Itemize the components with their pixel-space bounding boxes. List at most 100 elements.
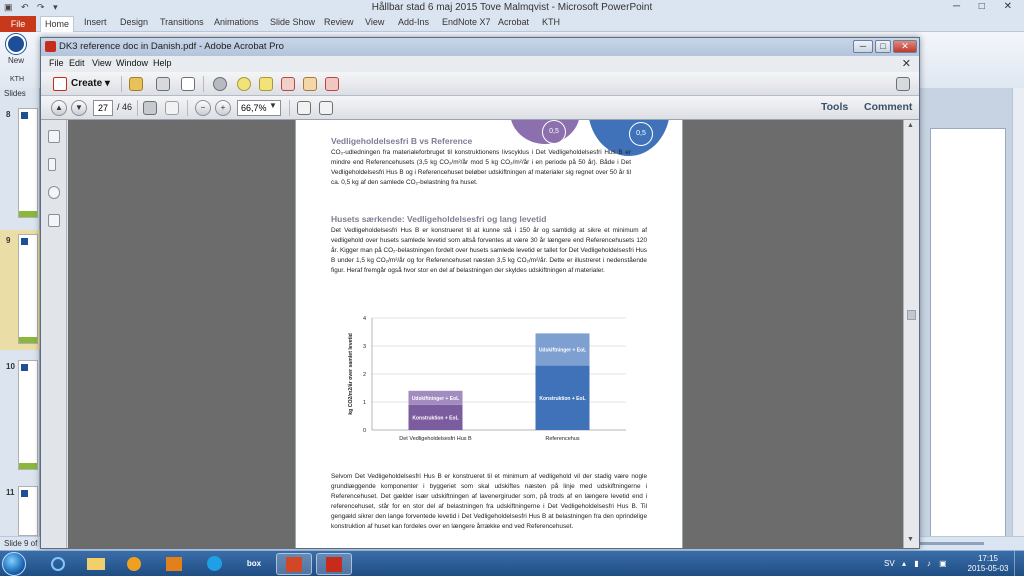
tab-slide-show[interactable]: Slide Show [270,17,315,27]
menu-view[interactable]: View [92,58,111,68]
tab-animations[interactable]: Animations [214,17,259,27]
paragraph: Det Vedligeholdelsesfri Hus B er konstru… [331,227,647,274]
ie-icon [51,557,65,571]
attach-icon[interactable] [303,77,317,91]
slide-thumbnail[interactable] [18,486,38,536]
hand-tool-icon[interactable] [165,101,179,115]
taskbar-internet-explorer[interactable] [40,553,76,575]
page-number-input[interactable]: 27 [93,100,113,116]
page-total: / 46 [117,102,133,112]
taskbar-skype[interactable] [196,553,232,575]
create-button[interactable]: Create ▾ [51,76,110,92]
stamp-icon[interactable] [281,77,295,91]
powerpoint-window-buttons[interactable]: ─ □ ✕ [953,1,1020,12]
taskbar-outlook[interactable] [156,553,192,575]
taskbar-acrobat[interactable] [316,553,352,575]
acrobat-scrollbar[interactable]: ▲ ▼ [903,120,919,548]
document-area[interactable]: 0,5 0,5 Vedligeholdelsesfri B vs Referen… [68,120,903,548]
tab-view[interactable]: View [365,17,384,27]
sign-icon[interactable] [325,77,339,91]
zoom-out-button[interactable]: − [195,100,211,116]
tab-insert[interactable]: Insert [84,17,107,27]
expand-icon[interactable] [896,77,910,91]
tab-acrobat[interactable]: Acrobat [498,17,529,27]
minimize-button[interactable]: ─ [853,40,873,53]
tab-endnote[interactable]: EndNote X7 [442,17,491,27]
menu-file[interactable]: File [49,58,64,68]
slide-thumbnail[interactable] [18,234,38,344]
kth-logo-icon [21,112,28,119]
menu-help[interactable]: Help [153,58,172,68]
acrobat-title-bar: DK3 reference doc in Danish.pdf - Adobe … [41,38,919,56]
taskbar-box[interactable]: box [236,553,272,575]
show-desktop-button[interactable] [1014,551,1024,576]
menu-window[interactable]: Window [116,58,148,68]
acrobat-navigation-toolbar: ▲ ▼ 27 / 46 − + 66,7% ▼ Tools Comment [41,96,919,120]
clock[interactable]: 17:15 2015-05-03 [966,554,1010,574]
slide-number: 11 [6,488,15,497]
print-icon[interactable] [156,77,170,91]
y-tick-label: 4 [363,316,366,322]
attachments-icon[interactable] [48,186,60,199]
outlook-icon [166,557,182,571]
y-axis-title: kg CO2/m2/år over samlet levetid [347,333,354,415]
kth-group-label: KTH [10,76,24,83]
windows-taskbar: box SV ▴ ▮ ♪ ▣ 17:15 2015-05-03 [0,550,1024,576]
close-button[interactable]: ✕ [893,40,917,53]
close-document-icon[interactable]: ✕ [902,57,911,70]
next-page-button[interactable]: ▼ [71,100,87,116]
bar-label: Konstruktion + EoL [539,396,585,402]
tab-kth[interactable]: KTH [542,17,560,27]
bookmarks-icon[interactable] [48,158,56,171]
powerpoint-icon [286,557,302,572]
zoom-in-button[interactable]: + [215,100,231,116]
start-button[interactable] [2,552,26,576]
scroll-thumb[interactable] [907,310,916,320]
fit-width-icon[interactable] [319,101,333,115]
open-folder-icon[interactable] [129,77,143,91]
new-slide-button[interactable]: New [4,34,28,65]
comment-bubble-icon[interactable] [237,77,251,91]
highlight-icon[interactable] [259,77,273,91]
tab-add-ins[interactable]: Add-Ins [398,17,429,27]
taskbar-media-player[interactable] [116,553,152,575]
y-tick-label: 3 [363,344,366,350]
tab-transitions[interactable]: Transitions [160,17,204,27]
comment-pane-button[interactable]: Comment [864,101,912,113]
select-tool-icon[interactable] [143,101,157,115]
maximize-button[interactable]: □ [875,40,891,53]
scroll-down-icon[interactable]: ▼ [907,536,914,543]
scroll-up-icon[interactable]: ▲ [907,122,914,129]
section-heading: Husets særkende: Vedligeholdelsesfri og … [331,214,547,224]
create-pdf-icon [53,77,67,91]
powerpoint-scrollbar[interactable] [1012,88,1024,550]
system-tray-icons[interactable]: ▴ ▮ ♪ ▣ [902,559,950,568]
tab-design[interactable]: Design [120,17,148,27]
tools-pane-button[interactable]: Tools [821,101,848,113]
signatures-icon[interactable] [48,214,60,227]
taskbar-powerpoint[interactable] [276,553,312,575]
file-tab[interactable]: File [0,16,36,32]
kth-logo-icon [21,490,28,497]
clock-time: 17:15 [977,554,999,563]
paragraph: CO₂-udledningen fra materialeforbruget t… [331,149,631,186]
language-indicator[interactable]: SV [884,559,895,568]
y-tick-label: 0 [363,428,366,434]
previous-page-button[interactable]: ▲ [51,100,67,116]
slide-thumbnail[interactable] [18,108,38,218]
bar-label: Konstruktion + EoL [412,415,458,421]
menu-edit[interactable]: Edit [69,58,85,68]
acrobat-window: DK3 reference doc in Danish.pdf - Adobe … [40,37,920,549]
slide-thumbnail[interactable] [18,360,38,470]
circle-value-label: 0,5 [629,122,653,146]
acrobat-icon [326,557,342,572]
taskbar-explorer[interactable] [78,553,114,575]
page-thumbnails-icon[interactable] [48,130,60,143]
zoom-dropdown-icon[interactable]: ▼ [269,101,277,110]
settings-gear-icon[interactable] [213,77,227,91]
tab-home[interactable]: Home [40,16,74,32]
circle-value-label: 0,5 [542,120,566,144]
tab-review[interactable]: Review [324,17,354,27]
email-icon[interactable] [181,77,195,91]
fit-page-icon[interactable] [297,101,311,115]
